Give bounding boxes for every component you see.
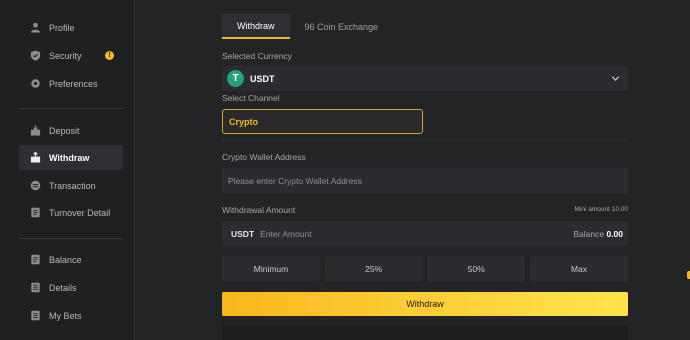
channel-label: Select Channel bbox=[222, 93, 280, 103]
sidebar-item-balance[interactable]: Balance bbox=[19, 247, 123, 272]
sidebar-item-security[interactable]: Security ! bbox=[19, 43, 123, 68]
sidebar-item-label: Transaction bbox=[49, 180, 96, 191]
sidebar-item-label: Withdraw bbox=[49, 152, 90, 163]
minimum-button[interactable]: Minimum bbox=[222, 256, 320, 281]
tab-coin-exchange[interactable]: 96 Coin Exchange bbox=[290, 14, 394, 39]
balance-label: Balance bbox=[573, 229, 605, 239]
shield-icon bbox=[29, 50, 41, 62]
user-icon bbox=[29, 22, 41, 34]
amount-unit: USDT bbox=[231, 228, 255, 239]
sidebar-divider bbox=[19, 108, 123, 109]
half-button[interactable]: 50% bbox=[427, 256, 526, 281]
sidebar-item-turnover-detail[interactable]: Turnover Detail bbox=[19, 200, 123, 225]
sidebar-item-withdraw[interactable]: Withdraw bbox=[19, 145, 123, 170]
sidebar-item-label: Deposit bbox=[49, 125, 80, 136]
sidebar-divider bbox=[19, 238, 123, 239]
sidebar-item-label: Security bbox=[49, 50, 82, 61]
bets-icon bbox=[29, 310, 41, 322]
sidebar-item-preferences[interactable]: Preferences bbox=[19, 71, 123, 96]
withdraw-button[interactable]: Withdraw bbox=[222, 292, 628, 316]
currency-select[interactable]: T USDT bbox=[222, 66, 628, 91]
address-label: Crypto Wallet Address bbox=[222, 152, 306, 162]
tab-bar: Withdraw 96 Coin Exchange bbox=[222, 14, 393, 39]
sidebar-item-profile[interactable]: Profile bbox=[19, 15, 123, 40]
deposit-icon bbox=[29, 125, 41, 137]
amount-label: Withdrawal Amount bbox=[222, 205, 296, 215]
quarter-button[interactable]: 25% bbox=[324, 256, 423, 281]
sidebar-item-transaction[interactable]: Transaction bbox=[19, 173, 123, 198]
balance-value: 0.00 bbox=[606, 229, 623, 239]
sidebar-item-label: Details bbox=[49, 282, 77, 293]
amount-field[interactable]: USDT Balance 0.00 bbox=[222, 221, 628, 246]
address-input[interactable] bbox=[228, 175, 628, 186]
balance-icon bbox=[29, 254, 41, 266]
withdraw-icon bbox=[29, 152, 41, 164]
details-icon bbox=[29, 282, 41, 294]
min-amount-text: Mini amount 10.00 bbox=[574, 206, 628, 213]
address-field[interactable] bbox=[222, 168, 628, 193]
sidebar-item-deposit[interactable]: Deposit bbox=[19, 118, 123, 143]
turnover-icon bbox=[29, 207, 41, 219]
warning-badge: ! bbox=[105, 51, 114, 60]
sidebar-item-my-bets[interactable]: My Bets bbox=[19, 303, 123, 328]
quick-amount-row: Minimum 25% 50% Max bbox=[222, 256, 628, 281]
gear-icon bbox=[29, 78, 41, 90]
max-button[interactable]: Max bbox=[529, 256, 628, 281]
tab-withdraw[interactable]: Withdraw bbox=[222, 14, 290, 39]
sidebar: Profile Security ! Preferences Deposit W… bbox=[0, 0, 135, 340]
currency-label: Selected Currency bbox=[222, 51, 292, 61]
section-divider bbox=[222, 140, 628, 141]
transaction-icon bbox=[29, 180, 41, 192]
chevron-down-icon bbox=[611, 76, 620, 81]
currency-value: USDT bbox=[250, 73, 275, 84]
sidebar-item-label: Preferences bbox=[49, 78, 98, 89]
sidebar-item-label: Balance bbox=[49, 254, 82, 265]
sidebar-item-label: Turnover Detail bbox=[49, 207, 111, 218]
sidebar-item-label: My Bets bbox=[49, 310, 82, 321]
sidebar-item-details[interactable]: Details bbox=[19, 275, 123, 300]
balance-display: Balance 0.00 bbox=[573, 229, 623, 239]
channel-option-crypto[interactable]: Crypto bbox=[222, 109, 423, 134]
tether-icon: T bbox=[227, 70, 244, 87]
bottom-card bbox=[222, 325, 628, 340]
sidebar-item-label: Profile bbox=[49, 22, 75, 33]
